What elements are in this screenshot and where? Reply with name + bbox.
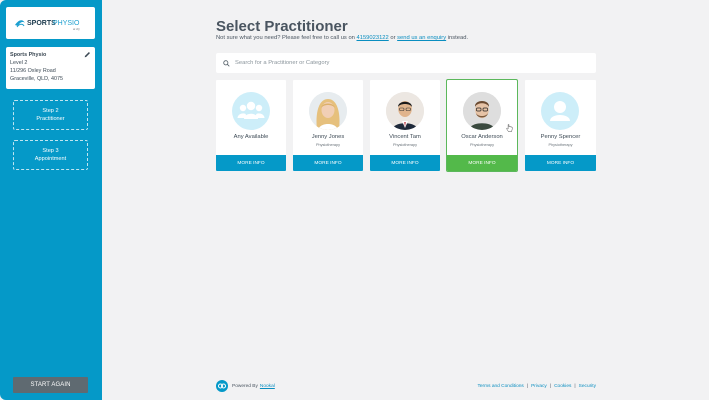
step-appointment[interactable]: Step 3 Appointment <box>13 140 88 170</box>
step-2-label: Practitioner <box>36 116 65 122</box>
practitioner-category: Physiotherapy <box>392 143 418 147</box>
footer-links: Terms and Conditions | Privacy | Cookies… <box>477 384 596 389</box>
search-input[interactable] <box>235 60 575 66</box>
person-icon <box>541 92 579 130</box>
more-info-button[interactable]: MORE INFO <box>216 155 286 171</box>
footer-powered-by: Powered By Nookal <box>216 380 275 392</box>
group-icon <box>232 92 270 130</box>
practitioner-list: Any Available MORE INFO Jenny Jones Phys… <box>216 79 596 172</box>
more-info-button[interactable]: MORE INFO <box>447 155 517 171</box>
step-3-label: Appointment <box>34 156 67 162</box>
sports-physio-logo-icon: SPORTS PHYSIO at UQ <box>14 20 80 31</box>
clinic-address-line1: Level 2 <box>10 60 28 66</box>
practitioner-card-any-available[interactable]: Any Available MORE INFO <box>216 80 286 171</box>
more-info-button[interactable]: MORE INFO <box>370 155 440 171</box>
practitioner-card-penny-spencer[interactable]: Penny Spencer Physiotherapy MORE INFO <box>525 80 596 171</box>
subtitle-suffix: instead. <box>446 35 469 41</box>
page-subtitle: Not sure what you need? Please feel free… <box>216 35 468 41</box>
step-practitioner[interactable]: Step 2 Practitioner <box>13 100 88 130</box>
more-info-button[interactable]: MORE INFO <box>525 155 596 171</box>
practitioner-card-jenny-jones[interactable]: Jenny Jones Physiotherapy MORE INFO <box>293 80 363 171</box>
practitioner-name: Vincent Tam <box>389 134 421 140</box>
nookal-link[interactable]: Nookal <box>260 384 275 389</box>
clinic-name: Sports Physio <box>10 52 47 58</box>
powered-by-label: Powered By <box>232 383 258 389</box>
sidebar: SPORTS PHYSIO at UQ Sports Physio Level … <box>0 0 102 400</box>
footer-separator: | <box>574 384 576 389</box>
step-3-title: Step 3 <box>42 148 59 154</box>
clinic-address-line2: 11/296 Oxley Road <box>10 68 56 74</box>
search-icon <box>223 59 230 67</box>
logo-text-sports: SPORTS <box>27 20 56 27</box>
start-again-button[interactable]: START AGAIN <box>13 377 88 393</box>
practitioner-name: Jenny Jones <box>311 134 345 140</box>
step-2-title: Step 2 <box>42 108 59 114</box>
footer-separator: | <box>526 384 529 389</box>
practitioner-category: Physiotherapy <box>469 143 495 147</box>
practitioner-name: Oscar Anderson <box>461 134 503 140</box>
practitioner-name: Any Available <box>233 134 269 140</box>
practitioner-photo <box>386 92 424 130</box>
more-info-button[interactable]: MORE INFO <box>293 155 363 171</box>
terms-link[interactable]: Terms and Conditions <box>477 384 523 389</box>
phone-link[interactable]: 4159023122 <box>357 35 389 41</box>
hand-cursor-icon <box>506 124 513 132</box>
subtitle-prefix: Not sure what you need? Please feel free… <box>216 35 357 41</box>
enquiry-link[interactable]: send us an enquiry <box>397 35 446 41</box>
nookal-logo-icon <box>216 380 228 392</box>
footer-separator: | <box>549 384 552 389</box>
privacy-link[interactable]: Privacy <box>531 384 547 389</box>
logo-text-small: at UQ <box>73 28 80 31</box>
logo-text-physio: PHYSIO <box>53 20 80 27</box>
pencil-icon[interactable] <box>84 51 91 58</box>
clinic-address-line3: Graceville, QLD, 4075 <box>10 76 64 82</box>
practitioner-name: Penny Spencer <box>540 134 581 140</box>
practitioner-category: Physiotherapy <box>315 143 341 147</box>
page-title: Select Practitioner <box>216 18 348 35</box>
app-frame: SPORTS PHYSIO at UQ Sports Physio Level … <box>0 0 709 400</box>
practitioner-photo <box>309 92 347 130</box>
security-link[interactable]: Security <box>579 384 596 389</box>
cookies-link[interactable]: Cookies <box>554 384 571 389</box>
search-bar[interactable] <box>216 53 596 73</box>
practitioner-category: Physiotherapy <box>548 143 573 147</box>
practitioner-photo <box>463 92 501 130</box>
clinic-logo[interactable]: SPORTS PHYSIO at UQ <box>6 7 95 39</box>
clinic-info-card[interactable]: Sports Physio Level 2 11/296 Oxley Road … <box>6 47 95 89</box>
practitioner-card-vincent-tam[interactable]: Vincent Tam Physiotherapy MORE INFO <box>370 80 440 171</box>
subtitle-mid: or <box>388 35 398 41</box>
